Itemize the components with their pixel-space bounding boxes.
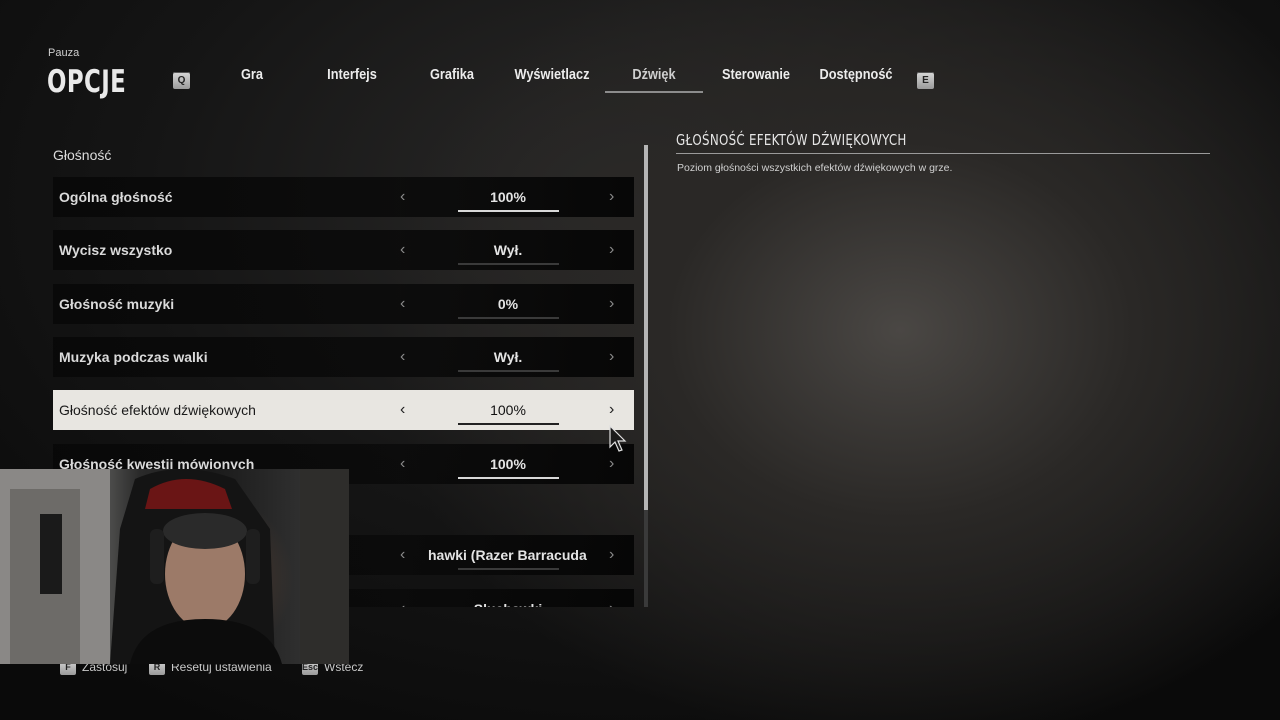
setting-slider-fill: [458, 210, 559, 212]
active-tab-underline: [605, 91, 703, 93]
chevron-left-icon[interactable]: ‹: [400, 284, 405, 324]
tab-interfejs[interactable]: Interfejs: [315, 56, 389, 94]
setting-slider-fill: [458, 477, 559, 479]
setting-slider-track[interactable]: [458, 568, 559, 570]
setting-label: Głośność efektów dźwiękowych: [59, 402, 256, 418]
chevron-right-icon[interactable]: ›: [609, 177, 614, 217]
chevron-left-icon[interactable]: ‹: [400, 337, 405, 377]
tab-gra[interactable]: Gra: [226, 56, 279, 94]
webcam-overlay: [0, 469, 349, 664]
setting-row-selected[interactable]: Głośność efektów dźwiękowych ‹ 100% ›: [53, 390, 634, 430]
webcam-person-image: [0, 469, 349, 664]
chevron-left-icon[interactable]: ‹: [400, 390, 405, 430]
setting-value: Słuchawki: [428, 589, 588, 607]
settings-scrollbar[interactable]: [644, 145, 648, 607]
setting-slider-track[interactable]: [458, 317, 559, 319]
chevron-right-icon[interactable]: ›: [609, 535, 614, 575]
setting-slider-track[interactable]: [458, 210, 559, 212]
chevron-left-icon[interactable]: ‹: [400, 444, 405, 484]
setting-row[interactable]: Głośność muzyki ‹ 0% ›: [53, 284, 634, 324]
chevron-right-icon[interactable]: ›: [609, 284, 614, 324]
description-text: Poziom głośności wszystkich efektów dźwi…: [677, 162, 953, 174]
chevron-left-icon[interactable]: ‹: [400, 535, 405, 575]
chevron-right-icon[interactable]: ›: [609, 589, 614, 607]
chevron-right-icon[interactable]: ›: [609, 230, 614, 270]
setting-slider-track[interactable]: [458, 477, 559, 479]
tab-dostepnosc[interactable]: Dostępność: [814, 56, 898, 94]
tab-sterowanie[interactable]: Sterowanie: [714, 56, 798, 94]
setting-label: Głośność muzyki: [59, 296, 175, 312]
tab-prev-key-icon[interactable]: Q: [173, 72, 190, 89]
setting-row[interactable]: Wycisz wszystko ‹ Wył. ›: [53, 230, 634, 270]
scrollbar-thumb[interactable]: [644, 145, 648, 510]
setting-slider-track[interactable]: [458, 263, 559, 265]
description-title: GŁOŚNOŚĆ EFEKTÓW DŹWIĘKOWYCH: [676, 131, 907, 149]
tab-next-key-icon[interactable]: E: [917, 72, 934, 89]
mouse-cursor-icon: [609, 425, 627, 452]
setting-label: Wycisz wszystko: [59, 242, 173, 258]
tab-wyswietlacz[interactable]: Wyświetlacz: [506, 56, 598, 94]
chevron-right-icon[interactable]: ›: [609, 337, 614, 377]
chevron-left-icon[interactable]: ‹: [400, 230, 405, 270]
setting-row[interactable]: Ogólna głośność ‹ 100% ›: [53, 177, 634, 217]
setting-slider-track[interactable]: [458, 423, 559, 425]
setting-label: Muzyka podczas walki: [59, 349, 208, 365]
description-divider: [676, 153, 1210, 154]
setting-label: Ogólna głośność: [59, 189, 173, 205]
setting-slider-fill: [458, 423, 559, 425]
chevron-left-icon[interactable]: ‹: [400, 177, 405, 217]
chevron-right-icon[interactable]: ›: [609, 390, 614, 430]
page-title: OPCJE: [47, 64, 127, 100]
tab-dzwiek[interactable]: Dźwięk: [618, 56, 690, 94]
chevron-left-icon[interactable]: ‹: [400, 589, 405, 607]
setting-slider-track[interactable]: [458, 370, 559, 372]
tab-grafika[interactable]: Grafika: [418, 56, 487, 94]
section-title: Głośność: [53, 147, 112, 163]
pause-label: Pauza: [48, 47, 80, 59]
setting-row[interactable]: Muzyka podczas walki ‹ Wył. ›: [53, 337, 634, 377]
